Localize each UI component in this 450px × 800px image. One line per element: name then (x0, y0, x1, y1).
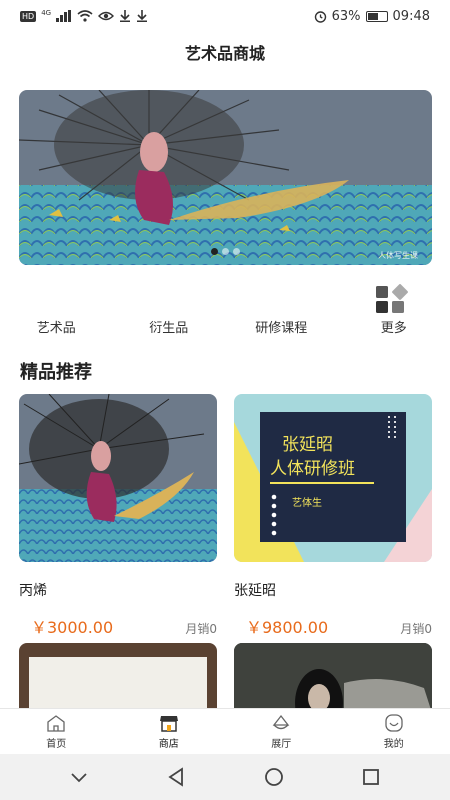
product-image (19, 394, 217, 562)
status-right: 63% 09:48 (314, 9, 430, 24)
back-icon[interactable] (165, 766, 187, 788)
hd-badge: HD (20, 10, 37, 22)
product-sales: 月销0 (400, 622, 432, 636)
download-icon (137, 10, 148, 22)
poster-subtitle: 人体研修班 (270, 459, 355, 479)
tab-hall[interactable]: 展厅 (225, 709, 338, 754)
product-card[interactable]: 张延昭 人体研修班 艺体生 张延昭 ￥9800.00 月销0 (234, 394, 432, 638)
product-image: 张延昭 人体研修班 艺体生 (234, 394, 432, 562)
product-meta: ￥3000.00 月销0 (19, 614, 217, 638)
alarm-icon (314, 10, 326, 23)
category-courses[interactable]: 研修课程 (225, 282, 338, 342)
tab-label: 我的 (383, 738, 404, 750)
product-thumbnail[interactable] (19, 643, 217, 713)
product-thumbnail[interactable] (234, 643, 432, 713)
carousel-dot[interactable] (222, 248, 229, 255)
product-sales: 月销0 (185, 622, 217, 636)
category-more[interactable]: 更多 (338, 282, 450, 342)
category-artwork[interactable]: 艺术品 (0, 282, 113, 342)
home-icon (47, 714, 65, 732)
status-left: HD 4G (20, 9, 148, 23)
poster-tag: 艺体生 (292, 496, 322, 509)
carousel-dot[interactable] (233, 248, 240, 255)
recents-icon[interactable] (360, 766, 382, 788)
home-circle-icon[interactable] (263, 766, 285, 788)
product-meta: ￥9800.00 月销0 (234, 614, 432, 638)
category-label: 衍生品 (149, 321, 189, 336)
battery-percent: 63% (331, 8, 361, 24)
grid-diamond-icon (375, 284, 408, 313)
section-title: 精品推荐 (20, 362, 92, 383)
product-price: ￥3000.00 (31, 618, 114, 637)
chevron-down-icon[interactable] (68, 766, 90, 788)
category-label: 研修课程 (255, 321, 308, 336)
carousel-dot[interactable] (211, 248, 218, 255)
shop-icon (159, 715, 178, 732)
tab-home[interactable]: 首页 (0, 709, 113, 754)
product-name: 丙烯 (19, 583, 47, 599)
clock-time: 09:48 (392, 8, 430, 24)
poster-title: 张延昭 (282, 435, 333, 455)
signal-icon (56, 10, 72, 22)
tab-shop[interactable]: 商店 (113, 709, 226, 754)
product-card[interactable]: 丙烯 ￥3000.00 月销0 (19, 394, 217, 638)
tab-profile[interactable]: 我的 (338, 709, 450, 754)
page-title: 艺术品商城 (184, 44, 265, 63)
system-nav-bar (0, 754, 450, 800)
category-label: 艺术品 (36, 321, 76, 336)
eye-icon (98, 11, 115, 21)
tab-label: 展厅 (271, 738, 292, 750)
product-price: ￥9800.00 (246, 618, 329, 637)
tab-label: 商店 (158, 738, 179, 750)
network-type: 4G (41, 9, 52, 17)
banner-carousel[interactable]: 人体写生课 (19, 90, 432, 265)
download-icon (120, 10, 131, 22)
category-derivatives[interactable]: 衍生品 (113, 282, 226, 342)
bottom-tab-bar: 首页 商店 展厅 我的 (0, 708, 450, 754)
product-name: 张延昭 (234, 583, 276, 599)
category-label: 更多 (380, 321, 407, 336)
battery-icon (365, 10, 388, 22)
wifi-icon (77, 10, 93, 22)
status-bar: HD 4G 63% 09:48 (0, 0, 450, 32)
carousel-indicator (19, 248, 432, 255)
profile-icon (385, 713, 403, 732)
tab-label: 首页 (46, 738, 67, 750)
banner-painting-image (19, 90, 432, 265)
hall-icon (272, 714, 290, 729)
category-row: 艺术品 衍生品 研修课程 更多 (0, 282, 450, 342)
